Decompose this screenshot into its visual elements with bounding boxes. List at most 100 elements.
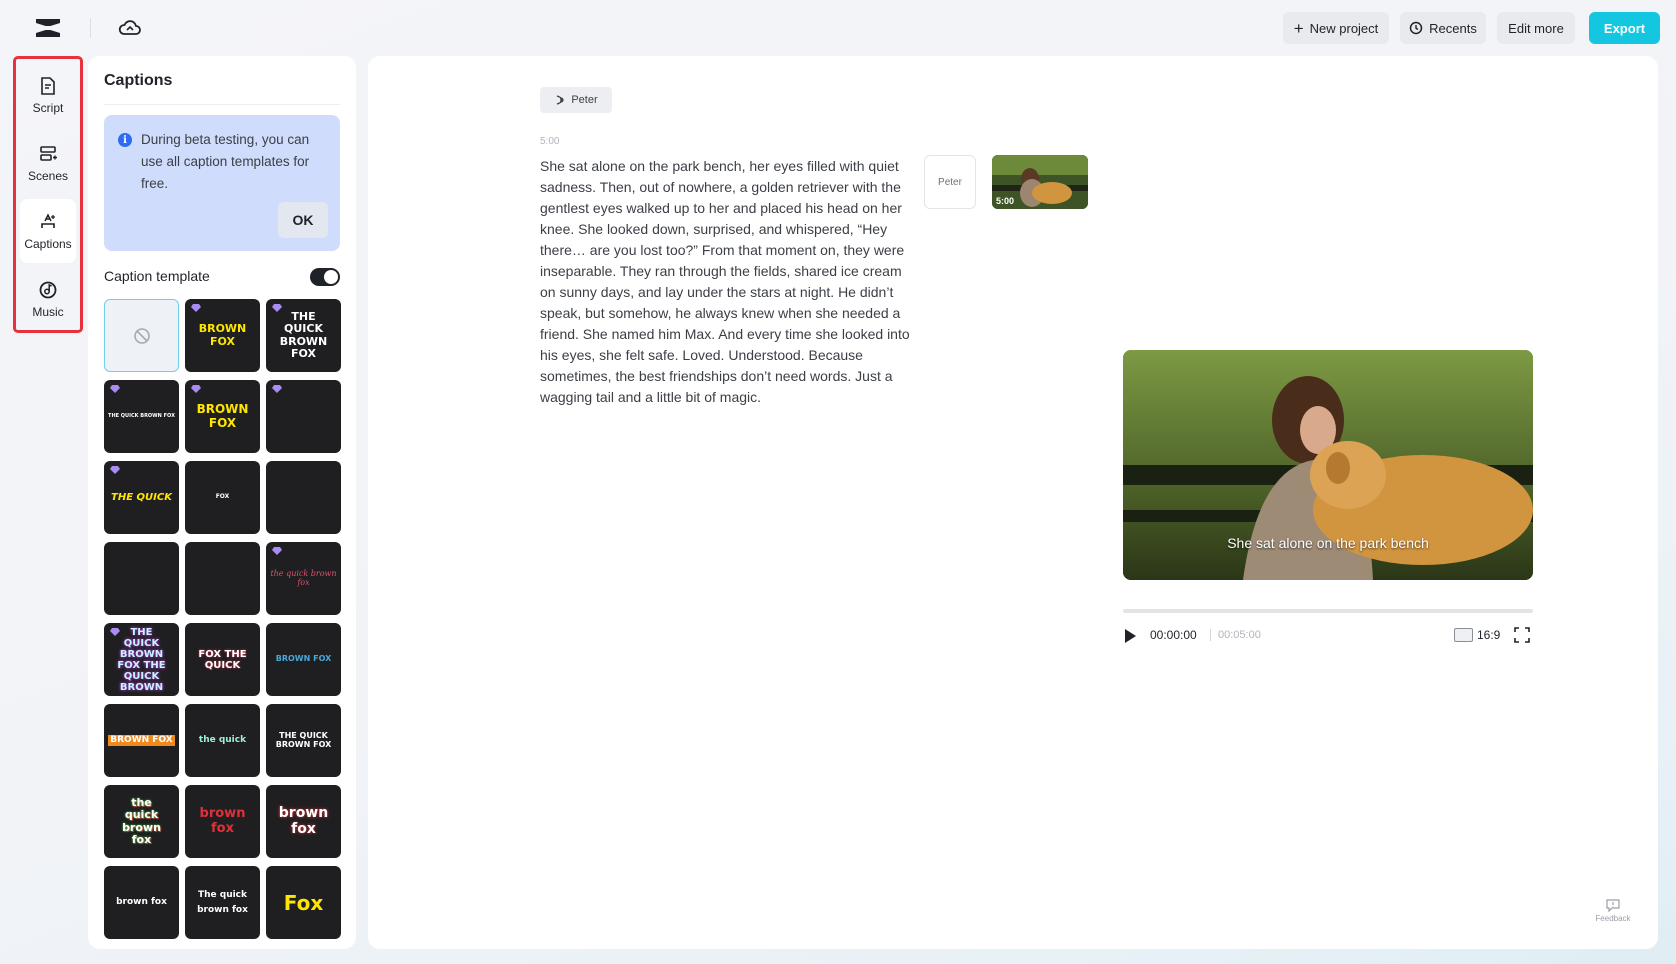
template-preview-text: the quick brown fox bbox=[122, 796, 161, 846]
template-tile[interactable]: THE QUICK BROWN FOX bbox=[104, 380, 179, 453]
template-tile[interactable]: the quick bbox=[185, 704, 260, 777]
template-tile[interactable]: the quick brown fox bbox=[104, 785, 179, 858]
script-text[interactable]: She sat alone on the park bench, her eye… bbox=[540, 156, 920, 408]
template-preview-text: FOX THE QUICK bbox=[198, 648, 247, 671]
template-tile[interactable]: THE QUICK BROWN FOX bbox=[266, 704, 341, 777]
aspect-ratio-button[interactable]: 16:9 bbox=[1454, 628, 1500, 642]
template-tile[interactable]: brown fox bbox=[266, 785, 341, 858]
sidebar-item-captions[interactable]: Captions bbox=[20, 199, 76, 263]
playback-progress-bar[interactable] bbox=[1123, 609, 1533, 613]
template-preview-text: BROWN FOX bbox=[196, 402, 249, 430]
time-separator bbox=[1210, 629, 1211, 641]
beta-notice: i During beta testing, you can use all c… bbox=[104, 115, 340, 251]
recents-button[interactable]: Recents bbox=[1400, 12, 1486, 44]
template-tile[interactable]: BROWN FOX bbox=[185, 299, 260, 372]
caption-template-label: Caption template bbox=[104, 268, 210, 284]
captions-icon bbox=[41, 212, 55, 228]
edit-more-label: Edit more bbox=[1508, 20, 1564, 36]
speaker-name: Peter bbox=[571, 94, 598, 106]
sidebar-item-label: Script bbox=[32, 100, 64, 115]
total-time: 00:05:00 bbox=[1218, 629, 1261, 641]
capcut-logo-icon[interactable] bbox=[34, 16, 62, 40]
premium-gem-icon bbox=[191, 385, 201, 393]
template-preview-text: Fox bbox=[283, 890, 324, 915]
sidebar-item-script[interactable]: Script bbox=[20, 63, 76, 127]
feedback-button[interactable]: Feedback bbox=[1590, 887, 1636, 933]
template-tile[interactable]: brown fox bbox=[104, 866, 179, 939]
template-tile[interactable]: THE QUICK bbox=[104, 461, 179, 534]
premium-gem-icon bbox=[110, 628, 120, 636]
captions-panel: Captions i During beta testing, you can … bbox=[88, 56, 356, 949]
segment-time: 5:00 bbox=[540, 136, 560, 147]
template-preview-text: brown fox bbox=[278, 805, 329, 837]
template-tile[interactable]: Fox bbox=[266, 866, 341, 939]
feedback-icon bbox=[1606, 898, 1620, 912]
play-icon[interactable] bbox=[1125, 629, 1136, 643]
scene-duration: 5:00 bbox=[996, 196, 1015, 206]
template-tile-none[interactable] bbox=[104, 299, 179, 372]
speaker-chip[interactable]: Peter bbox=[540, 87, 612, 113]
scene-thumbnail[interactable]: 5:00 bbox=[992, 155, 1088, 209]
no-template-icon bbox=[133, 327, 150, 344]
template-tile[interactable]: FOX bbox=[185, 461, 260, 534]
template-preview-text: FOX bbox=[215, 493, 230, 501]
new-project-label: New project bbox=[1309, 20, 1379, 36]
clock-icon bbox=[1409, 21, 1423, 35]
video-preview[interactable]: She sat alone on the park bench bbox=[1123, 350, 1533, 580]
template-preview-text: THE QUICK bbox=[111, 492, 172, 503]
ok-button[interactable]: OK bbox=[278, 202, 328, 238]
export-button[interactable]: Export bbox=[1589, 12, 1660, 44]
divider bbox=[104, 104, 340, 105]
caption-template-toggle[interactable] bbox=[310, 268, 340, 286]
template-tile[interactable]: brown fox bbox=[185, 785, 260, 858]
template-tile[interactable] bbox=[104, 542, 179, 615]
template-tile[interactable]: BROWN FOX bbox=[185, 380, 260, 453]
template-preview-text: BROWN FOX bbox=[198, 322, 247, 348]
template-tile[interactable] bbox=[266, 461, 341, 534]
template-tile[interactable]: THE QUICK BROWN FOX bbox=[266, 299, 341, 372]
template-tile[interactable]: FOX THE QUICK bbox=[185, 623, 260, 696]
sidebar-item-music[interactable]: Music bbox=[20, 267, 76, 331]
feedback-label: Feedback bbox=[1595, 913, 1631, 923]
template-tile[interactable]: The quick brown fox bbox=[185, 866, 260, 939]
sidebar-item-scenes[interactable]: Scenes bbox=[20, 131, 76, 195]
beta-notice-text: During beta testing, you can use all cap… bbox=[141, 132, 310, 191]
template-tile[interactable]: THE QUICK BROWN FOX THE QUICK BROWN bbox=[104, 623, 179, 696]
template-preview-text: brown fox bbox=[116, 896, 167, 907]
template-preview-text: the quick bbox=[198, 734, 247, 745]
template-preview-text: THE QUICK BROWN FOX bbox=[279, 310, 328, 360]
voice-icon bbox=[557, 95, 564, 105]
template-preview-text: THE QUICK BROWN FOX bbox=[275, 730, 332, 749]
current-time: 00:00:00 bbox=[1150, 628, 1197, 642]
premium-gem-icon bbox=[191, 304, 201, 312]
template-preview-text: the quick brown fox bbox=[270, 568, 337, 587]
template-tile[interactable]: the quick brown fox bbox=[266, 542, 341, 615]
premium-gem-icon bbox=[272, 385, 282, 393]
music-icon bbox=[39, 281, 57, 298]
template-tile[interactable]: BROWN FOX bbox=[104, 704, 179, 777]
sidebar-item-label: Captions bbox=[24, 236, 72, 251]
template-preview-text: brown fox bbox=[199, 806, 246, 836]
left-sidebar: Script Scenes Captions Music bbox=[13, 56, 83, 333]
premium-gem-icon bbox=[272, 304, 282, 312]
script-icon bbox=[41, 76, 55, 95]
template-tile[interactable] bbox=[266, 380, 341, 453]
template-tile[interactable] bbox=[185, 542, 260, 615]
fullscreen-icon[interactable] bbox=[1514, 627, 1530, 643]
sidebar-item-label: Scenes bbox=[27, 168, 69, 183]
sidebar-item-label: Music bbox=[32, 304, 64, 319]
top-bar: + New project Recents Edit more Export bbox=[0, 0, 1676, 56]
playback-controls: 00:00:00 00:05:00 16:9 bbox=[1123, 624, 1533, 646]
template-preview-text: THE QUICK BROWN FOX THE QUICK BROWN bbox=[117, 626, 166, 693]
premium-gem-icon bbox=[272, 547, 282, 555]
template-tile[interactable]: BROWN FOX bbox=[266, 623, 341, 696]
speaker-avatar[interactable]: Peter bbox=[924, 155, 976, 209]
template-preview-text: The quick brown fox bbox=[197, 890, 248, 915]
cloud-sync-icon[interactable] bbox=[118, 17, 142, 39]
premium-gem-icon bbox=[110, 466, 120, 474]
template-preview-text: BROWN FOX bbox=[275, 654, 332, 664]
export-label: Export bbox=[1603, 20, 1646, 36]
template-preview-text: THE QUICK BROWN FOX bbox=[108, 412, 175, 419]
new-project-button[interactable]: + New project bbox=[1283, 12, 1389, 44]
edit-more-button[interactable]: Edit more bbox=[1497, 12, 1575, 44]
